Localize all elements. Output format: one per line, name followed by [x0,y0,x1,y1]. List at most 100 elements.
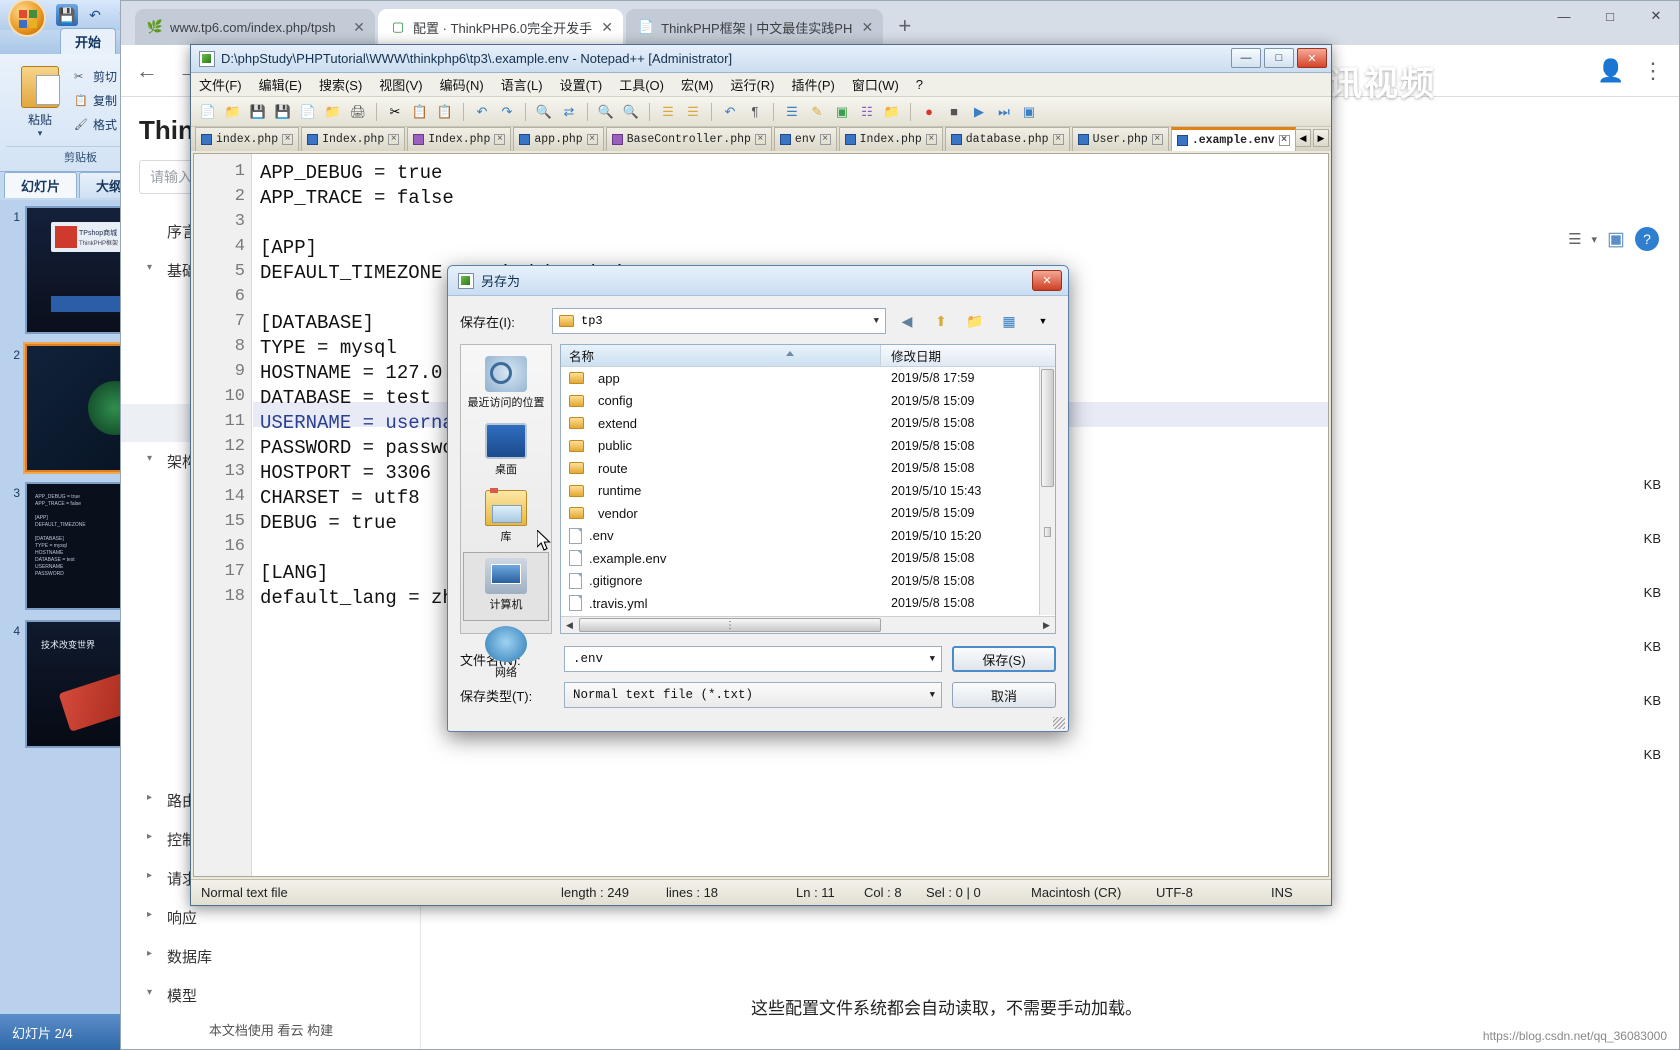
function-list-icon[interactable]: ☷ [856,101,878,123]
close-icon[interactable]: × [925,134,937,145]
code-line[interactable]: [APP] [260,237,317,259]
save-in-combo[interactable]: tp3 ▼ [552,308,886,334]
menu-item-1[interactable]: 编辑(E) [259,75,302,94]
code-line[interactable]: TYPE = mysql [260,337,397,359]
scroll-right-icon[interactable]: ▶ [1313,129,1329,147]
place-item-computer[interactable]: 计算机 [463,552,549,621]
code-line[interactable]: APP_TRACE = false [260,187,454,209]
editor-tab[interactable]: Index.php × [838,127,943,151]
paste-icon[interactable]: 📋 [434,101,456,123]
sync-vertical-icon[interactable]: ☰ [657,101,679,123]
chevron-right-icon[interactable]: ▸ [147,909,152,920]
chevron-down-icon[interactable]: ▾ [147,987,152,998]
menu-item-3[interactable]: 视图(V) [379,75,422,94]
file-row[interactable]: runtime 2019/5/10 15:43 [561,480,1055,503]
open-file-icon[interactable]: 📁 [222,101,244,123]
chevron-down-icon[interactable]: ▾ [1592,233,1598,246]
sidebar-item-19[interactable]: ▸ 数据库 [121,937,420,976]
menu-item-10[interactable]: 插件(P) [792,75,835,94]
cancel-button[interactable]: 取消 [952,682,1056,708]
scrollbar-thumb[interactable] [1041,369,1054,487]
close-icon[interactable]: × [494,134,506,145]
editor-tab[interactable]: index.php × [195,127,300,151]
close-icon[interactable]: ✕ [599,19,615,36]
cut-icon[interactable]: ✂ [384,101,406,123]
menu-item-5[interactable]: 语言(L) [501,75,543,94]
code-line[interactable]: CHARSET = utf8 [260,487,420,509]
sync-horizontal-icon[interactable]: ☰ [682,101,704,123]
new-file-icon[interactable]: 📄 [197,101,219,123]
chevron-right-icon[interactable]: ▸ [147,948,152,959]
save-all-icon[interactable]: 💾 [272,101,294,123]
code-line[interactable]: [DATABASE] [260,312,374,334]
filetype-select[interactable]: Normal text file (*.txt) ▼ [564,682,942,708]
save-as-dialog[interactable]: 另存为 ✕ 保存在(I): tp3 ▼ ◀ ⬆ 📁 ▦ ▼ 最近访问的位置 桌面库… [447,265,1069,732]
column-header-date[interactable]: 修改日期 [881,346,941,365]
folder-workspace-icon[interactable]: 📁 [881,101,903,123]
file-row[interactable]: .env 2019/5/10 15:20 [561,525,1055,548]
menu-item-11[interactable]: 窗口(W) [852,75,899,94]
browser-tab[interactable]: ▢ 配置 · ThinkPHP6.0完全开发手 ✕ [378,9,624,45]
menu-item-0[interactable]: 文件(F) [199,75,242,94]
chevron-down-icon[interactable]: ▼ [1030,309,1056,333]
print-icon[interactable]: 🖨 [347,101,369,123]
chevron-down-icon[interactable]: ▾ [147,453,152,464]
account-icon[interactable]: 👤 [1597,58,1625,84]
file-row[interactable]: .travis.yml 2019/5/8 15:08 [561,592,1055,615]
close-icon[interactable]: × [754,134,766,145]
chevron-right-icon[interactable]: ▸ [147,792,152,803]
place-item-recent-places[interactable]: 最近访问的位置 [463,351,549,418]
scroll-left-icon[interactable]: ◀ [562,618,577,632]
notepadpp-menubar[interactable]: 文件(F) 编辑(E) 搜索(S) 视图(V) 编码(N) 语言(L) 设置(T) 工具(O)… [191,73,1331,97]
undo-icon[interactable]: ↶ [84,4,106,26]
menu-item-7[interactable]: 工具(O) [619,75,664,94]
filename-input[interactable]: .env ▼ [564,646,942,672]
indent-guide-icon[interactable]: ☰ [781,101,803,123]
resize-grip[interactable] [1053,717,1065,729]
code-line[interactable]: DEBUG = true [260,512,397,534]
save-icon[interactable]: 💾 [56,4,78,26]
back-icon[interactable]: ← [133,58,161,84]
browser-tab[interactable]: 📄 ThinkPHP框架 | 中文最佳实践PH ✕ [626,9,884,45]
window-controls[interactable]: — □ ✕ [1541,1,1679,31]
scrollbar-thumb[interactable]: ⋮ [579,618,881,632]
record-macro-icon[interactable]: ● [918,101,940,123]
office-orb-button[interactable] [8,0,46,37]
new-folder-icon[interactable]: 📁 [962,309,988,333]
panel-icon[interactable]: ▣ [1607,228,1625,251]
new-tab-button[interactable]: + [886,13,923,45]
file-row[interactable]: route 2019/5/8 15:08 [561,457,1055,480]
code-line[interactable]: USERNAME = username [260,412,477,434]
column-header-name[interactable]: 名称 [561,345,881,366]
kebab-menu-icon[interactable]: ⋮ [1639,58,1667,84]
minimize-button[interactable]: — [1541,1,1587,31]
maximize-button[interactable]: □ [1264,48,1294,68]
menu-item-9[interactable]: 运行(R) [730,75,774,94]
editor-tab[interactable]: Index.php × [301,127,406,151]
scroll-left-icon[interactable]: ◀ [1295,129,1311,147]
code-line[interactable]: DATABASE = test [260,387,431,409]
find-icon[interactable]: 🔍 [533,101,555,123]
horizontal-scrollbar[interactable]: ◀ ⋮ ▶ [561,616,1055,633]
close-icon[interactable]: × [1151,134,1163,145]
view-mode-icon[interactable]: ▦ [996,309,1022,333]
zoom-in-icon[interactable]: 🔍 [595,101,617,123]
file-row[interactable]: app 2019/5/8 17:59 [561,367,1055,390]
editor-tab[interactable]: app.php × [513,127,604,151]
notepadpp-tab-bar[interactable]: index.php × Index.php × Index.php × app.php × Ba… [191,127,1331,151]
list-view-icon[interactable]: ☰ [1568,230,1581,248]
file-row[interactable]: config 2019/5/8 15:09 [561,390,1055,413]
help-icon[interactable]: ? [1635,227,1659,251]
close-button[interactable]: ✕ [1032,270,1062,291]
menu-item-6[interactable]: 设置(T) [560,75,603,94]
file-row[interactable]: .gitignore 2019/5/8 15:08 [561,570,1055,593]
vertical-scrollbar[interactable] [1039,367,1055,615]
menu-item-4[interactable]: 编码(N) [440,75,484,94]
file-row[interactable]: .example.env 2019/5/8 15:08 [561,547,1055,570]
menu-item-8[interactable]: 宏(M) [681,75,714,94]
undo-icon[interactable]: ↶ [471,101,493,123]
chevron-down-icon[interactable]: ▼ [930,654,935,664]
file-list-rows[interactable]: app 2019/5/8 17:59 config 2019/5/8 15:09 ext… [561,367,1055,633]
close-icon[interactable]: × [1052,134,1064,145]
user-lang-icon[interactable]: ✎ [806,101,828,123]
